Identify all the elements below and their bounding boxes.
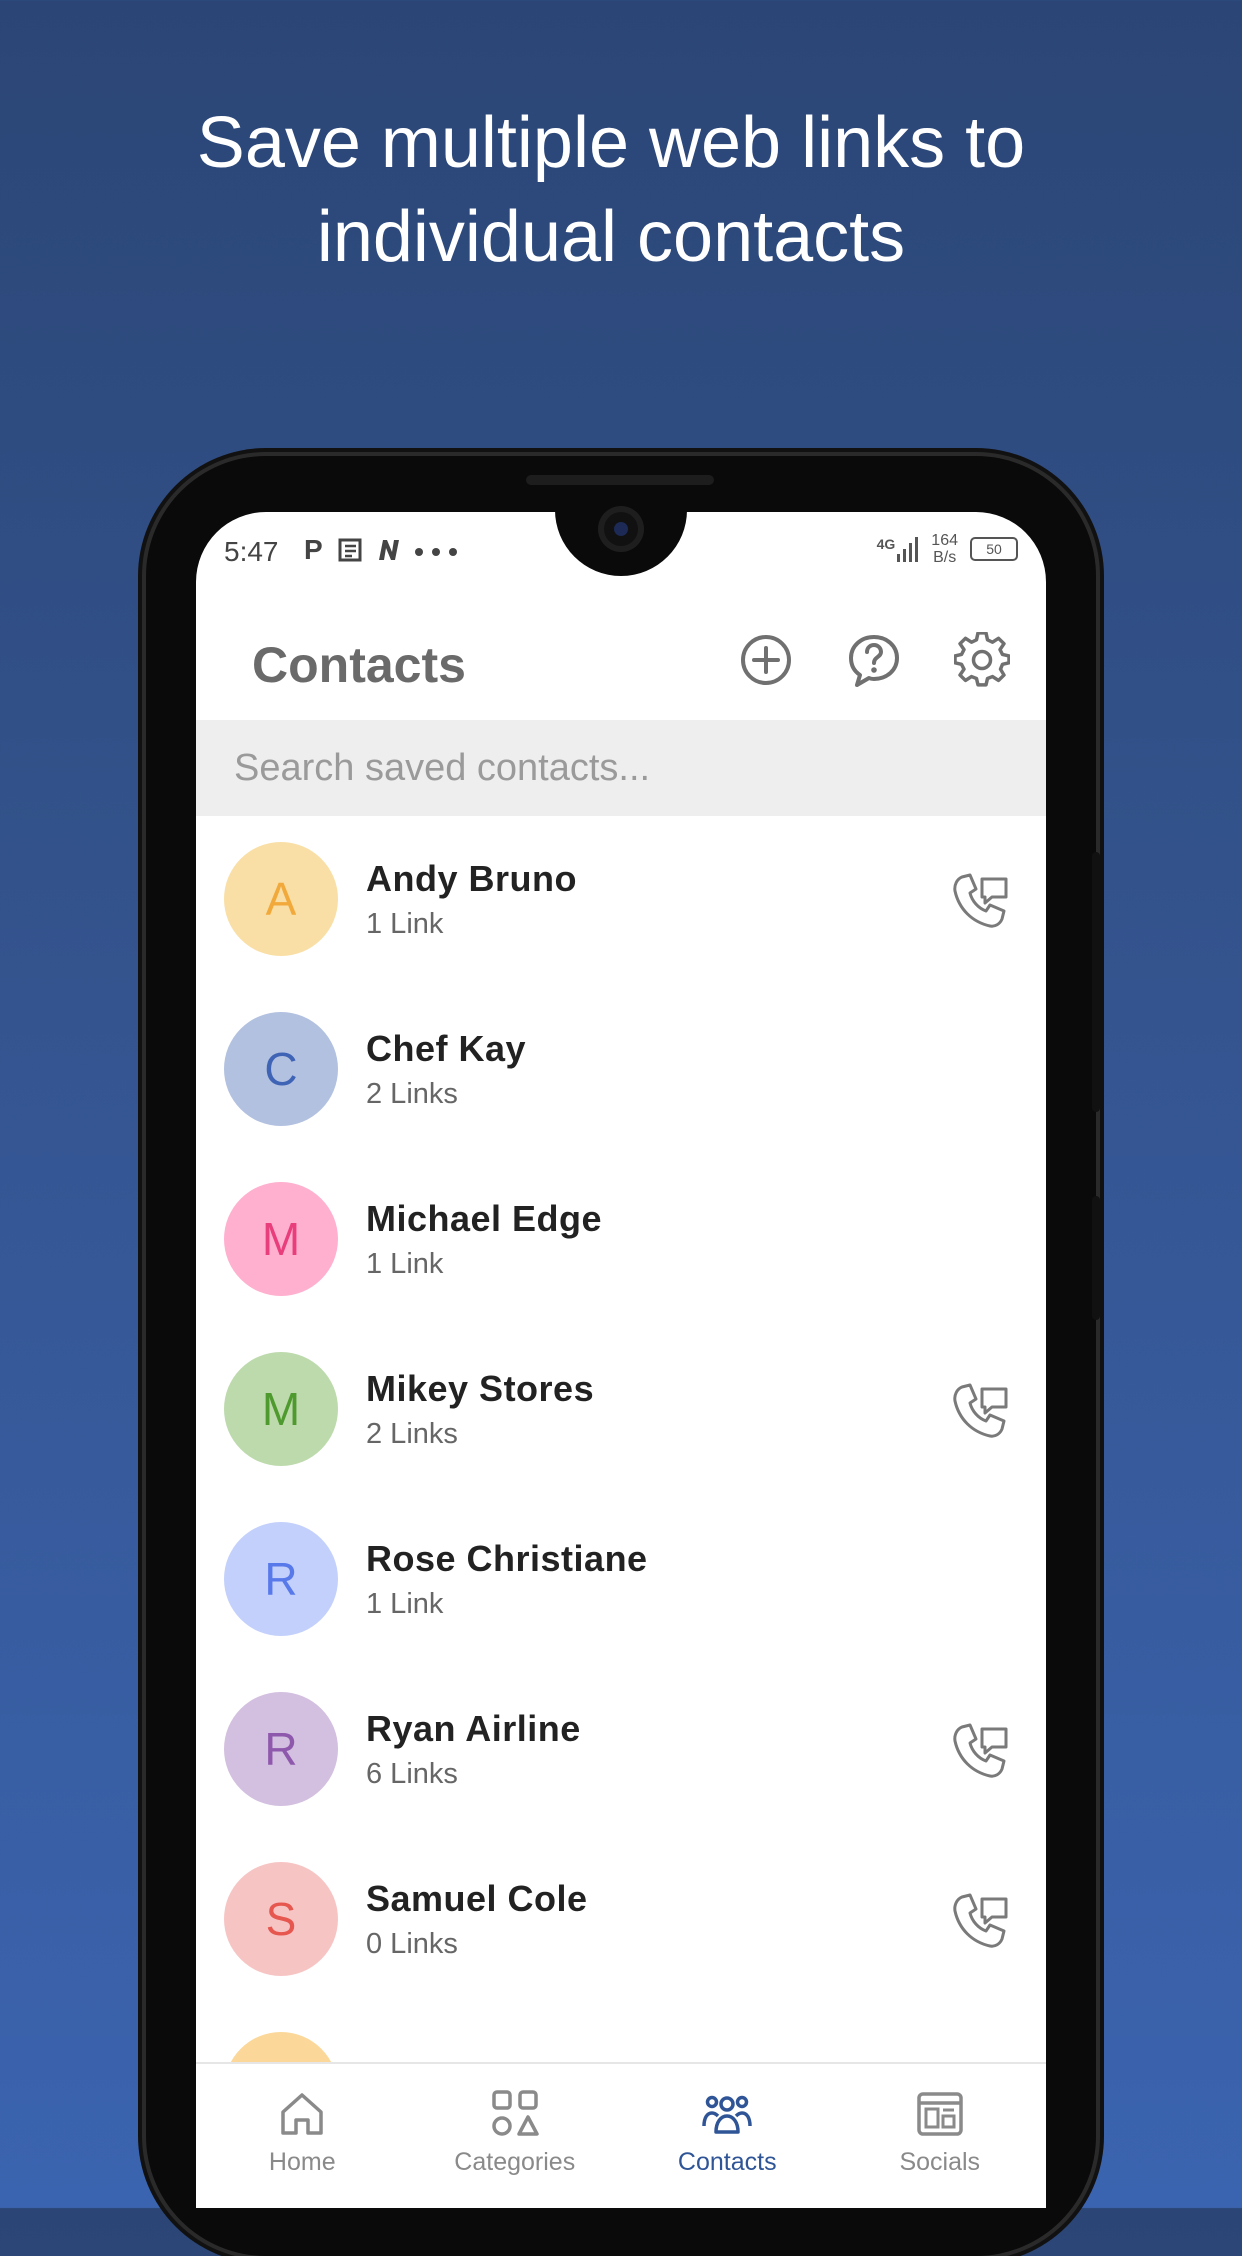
socials-icon (917, 2092, 963, 2136)
status-time: 5:47 (224, 536, 279, 567)
signal-bars-icon (897, 537, 919, 562)
categories-icon (492, 2090, 539, 2136)
contact-link-count: 1 Link (366, 1248, 444, 1280)
phone-volume-button (1092, 1196, 1100, 1320)
promo-headline: Save multiple web links to individual co… (0, 96, 1222, 284)
contact-link-count: 1 Link (366, 908, 444, 940)
contact-link-count: 2 Links (366, 1418, 458, 1450)
contact-link-count: 1 Link (366, 1588, 444, 1620)
phone-power-button (1092, 852, 1100, 1112)
speed-value: 164 (931, 532, 958, 549)
nav-label: Categories (454, 2148, 576, 2176)
app-header: Contacts (196, 592, 1046, 720)
status-indicators: 4G 164 B/s 50 (877, 532, 1018, 566)
n-app-icon (378, 540, 399, 560)
contact-list-item[interactable]: M Michael Edge 1 Link (196, 1156, 1046, 1326)
contact-list-item[interactable]: R Ryan Airline 6 Links (196, 1666, 1046, 1836)
page-title: Contacts (252, 637, 466, 693)
nav-item-home[interactable]: Home (196, 2064, 409, 2208)
home-icon (281, 2093, 323, 2135)
contact-avatar: R (224, 1522, 338, 1636)
nav-item-socials[interactable]: Socials (834, 2064, 1047, 2208)
contact-avatar: M (224, 1352, 338, 1466)
settings-gear-icon[interactable] (954, 632, 1010, 688)
status-app-icons: P (304, 534, 458, 566)
contact-name: Andy Bruno (366, 858, 577, 899)
nav-label: Home (268, 2148, 336, 2176)
contact-name: Ryan Airline (366, 1708, 581, 1749)
speed-unit: B/s (933, 549, 957, 566)
app-screen: 5:47 P 4G 164 B/s 50 Contacts Search sav… (196, 512, 1046, 2208)
contact-avatar: A (224, 842, 338, 956)
front-camera (598, 506, 644, 552)
contact-link-count: 2 Links (366, 1078, 458, 1110)
more-dots-icon (414, 548, 457, 556)
contacts-icon (702, 2095, 752, 2134)
contact-link-count: 0 Links (366, 1928, 458, 1960)
contact-list-item[interactable]: M Mikey Stores 2 Links (196, 1326, 1046, 1496)
promo-headline-line1: Save multiple web links to (196, 103, 1026, 183)
call-message-icon[interactable] (950, 1891, 1010, 1951)
help-chat-icon[interactable] (846, 632, 902, 688)
contact-name: Chef Kay (366, 1028, 527, 1069)
call-message-icon[interactable] (950, 1721, 1010, 1781)
bottom-nav: Home Categories Contacts Socials (196, 2062, 1046, 2208)
contact-list-item[interactable]: R Rose Christiane 1 Link (196, 1496, 1046, 1666)
contact-list-item[interactable]: A Andy Bruno 1 Link (196, 816, 1046, 986)
promo-headline-line2: individual contacts (316, 197, 906, 277)
call-message-icon[interactable] (950, 871, 1010, 931)
contact-list-item[interactable]: C Chef Kay 2 Links (196, 986, 1046, 1156)
nav-item-categories[interactable]: Categories (409, 2064, 622, 2208)
battery-icon: 50 (970, 537, 1018, 561)
contact-name: Samuel Cole (366, 1878, 588, 1919)
contact-name: Mikey Stores (366, 1368, 595, 1409)
contact-link-count: 6 Links (366, 1758, 458, 1790)
contact-avatar: M (224, 1182, 338, 1296)
contact-avatar: C (224, 1012, 338, 1126)
search-input[interactable] (196, 720, 1046, 816)
contact-avatar: R (224, 1692, 338, 1806)
nav-item-contacts[interactable]: Contacts (621, 2064, 834, 2208)
contact-name: Michael Edge (366, 1198, 603, 1239)
contact-name: Rose Christiane (366, 1538, 648, 1579)
contact-list: A Andy Bruno 1 Link C Chef Kay 2 Links M Michae… (196, 816, 1046, 2146)
add-circle-icon[interactable] (738, 632, 794, 688)
nav-label: Socials (899, 2148, 981, 2176)
network-type: 4G (876, 536, 896, 552)
contact-avatar: S (224, 1862, 338, 1976)
network-speed: 164 B/s (931, 532, 958, 566)
nav-label: Contacts (677, 2148, 777, 2176)
call-message-icon[interactable] (950, 1381, 1010, 1441)
parking-app-icon: P (304, 534, 327, 565)
phone-speaker (526, 475, 714, 485)
news-app-icon (338, 538, 362, 562)
contact-list-item[interactable]: S Samuel Cole 0 Links (196, 1836, 1046, 2006)
signal-icon: 4G (877, 536, 920, 562)
